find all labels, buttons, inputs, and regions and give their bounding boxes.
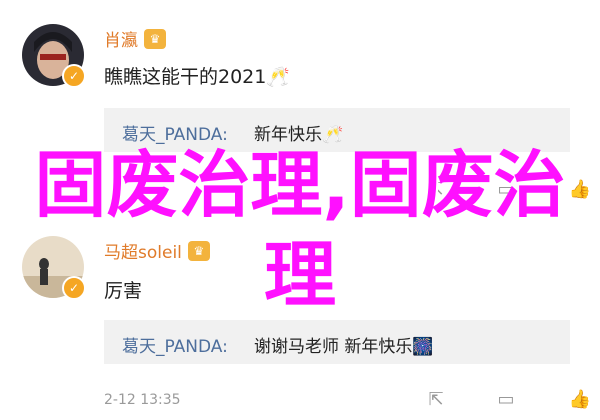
reply-box[interactable]: 葛天_PANDA: 谢谢马老师 新年快乐🎆 [104,320,570,364]
reply-username[interactable]: 葛天_PANDA: [122,120,228,145]
like-icon[interactable]: 👍 [568,178,592,202]
comment-text: 厉害 [104,280,143,302]
overlay-line-2: 理 [263,233,336,317]
verified-icon: ✓ [62,276,86,300]
comment-icon[interactable]: ▭ [494,178,518,202]
reply-username[interactable]: 葛天_PANDA: [122,332,228,357]
comment-text: 瞧瞧这能干的2021🥂 [104,66,291,88]
share-icon[interactable]: ⇱ [424,178,448,202]
verified-icon: ✓ [62,64,86,88]
comment-time: 2-12 13:35 [104,392,181,408]
reply-text: 新年快乐🥂 [254,125,344,145]
overlay-caption: 固废治理,固废治 理 [0,140,600,320]
vip-badge-icon: ♛ [144,28,166,49]
share-icon[interactable]: ⇱ [424,388,448,412]
username-text[interactable]: 马超soleil [104,238,182,263]
username-text[interactable]: 肖瀛 [104,26,138,51]
vip-badge-icon: ♛ [187,240,210,261]
comment-username[interactable]: 马超soleil ♛ [104,238,210,263]
reply-box[interactable]: 葛天_PANDA: 新年快乐🥂 [104,108,570,152]
comment-username[interactable]: 肖瀛 ♛ [104,26,166,51]
like-icon[interactable]: 👍 [568,388,592,412]
comment-icon[interactable]: ▭ [494,388,518,412]
avatar[interactable]: ✓ [22,24,86,88]
avatar[interactable]: ✓ [22,236,86,300]
reply-text: 谢谢马老师 新年快乐🎆 [254,337,434,357]
